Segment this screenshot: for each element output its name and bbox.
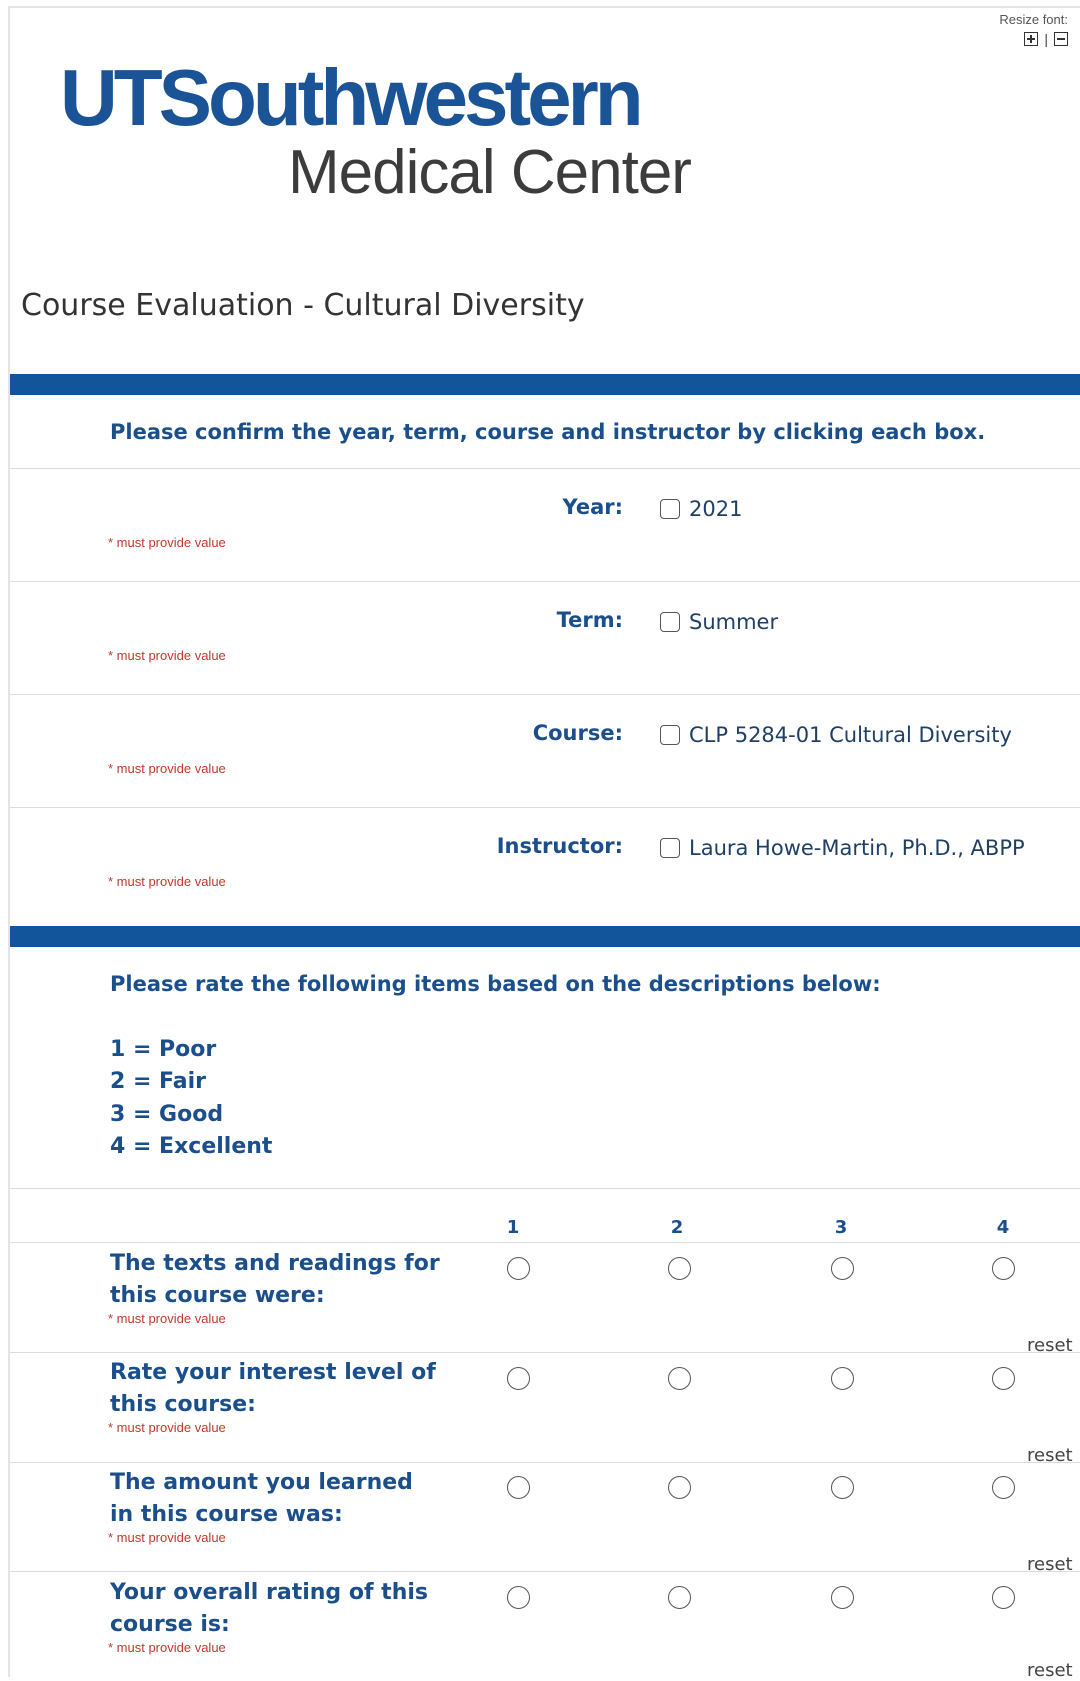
q4-radio-2[interactable] <box>668 1586 691 1609</box>
year-label: Year: <box>562 495 623 519</box>
row-divider <box>10 807 1080 808</box>
row-divider <box>10 581 1080 582</box>
instructor-checkbox[interactable] <box>660 838 680 858</box>
course-option[interactable]: CLP 5284-01 Cultural Diversity <box>660 723 1012 747</box>
q1-radio-1[interactable] <box>507 1257 530 1280</box>
column-header-1: 1 <box>506 1217 520 1238</box>
row-divider <box>10 1571 1080 1572</box>
logo-line2: Medical Center <box>288 138 692 207</box>
year-option-label[interactable]: 2021 <box>689 497 742 521</box>
section-divider-bar <box>10 374 1080 395</box>
term-checkbox[interactable] <box>660 612 680 632</box>
column-header-2: 2 <box>670 1217 684 1238</box>
row-divider <box>10 468 1080 469</box>
question-overall-rating: Your overall rating of this course is: <box>110 1580 428 1637</box>
rating-section-heading: Please rate the following items based on… <box>110 972 881 996</box>
row-divider <box>10 1352 1080 1353</box>
term-option[interactable]: Summer <box>660 610 778 634</box>
term-required-note: * must provide value <box>108 648 226 663</box>
term-option-label[interactable]: Summer <box>689 610 778 634</box>
scale-item: 2 = Fair <box>110 1069 207 1094</box>
course-required-note: * must provide value <box>108 761 226 776</box>
scale-item: 3 = Good <box>110 1102 224 1127</box>
question-interest-level: Rate your interest level of this course: <box>110 1360 436 1417</box>
column-header-3: 3 <box>834 1217 848 1238</box>
row-divider <box>10 1188 1080 1189</box>
year-option[interactable]: 2021 <box>660 497 742 521</box>
page-title: Course Evaluation - Cultural Diversity <box>21 288 585 323</box>
instructor-label: Instructor: <box>496 834 623 858</box>
utsw-logo: UTSouthwestern Medical Center <box>60 58 780 208</box>
year-required-note: * must provide value <box>108 535 226 550</box>
q1-radio-2[interactable] <box>668 1257 691 1280</box>
scale-item: 1 = Poor <box>110 1037 217 1062</box>
section-divider-bar <box>10 926 1080 947</box>
q4-radio-1[interactable] <box>507 1586 530 1609</box>
logo-line1: UTSouthwestern <box>60 53 644 142</box>
resize-font-control: Resize font: | <box>999 12 1068 47</box>
resize-font-label: Resize font: <box>999 12 1068 27</box>
q1-radio-4[interactable] <box>992 1257 1015 1280</box>
course-checkbox[interactable] <box>660 725 680 745</box>
q2-radio-2[interactable] <box>668 1367 691 1390</box>
resize-separator: | <box>1044 31 1048 47</box>
q2-radio-1[interactable] <box>507 1367 530 1390</box>
increase-font-icon[interactable] <box>1024 32 1039 46</box>
instructor-option[interactable]: Laura Howe-Martin, Ph.D., ABPP <box>660 836 1025 860</box>
q3-radio-4[interactable] <box>992 1476 1015 1499</box>
scale-item: 4 = Excellent <box>110 1134 273 1159</box>
term-label: Term: <box>556 608 623 632</box>
question-texts-readings: The texts and readings for this course w… <box>110 1251 440 1308</box>
column-header-4: 4 <box>996 1217 1010 1238</box>
q4-radio-4[interactable] <box>992 1586 1015 1609</box>
row-divider <box>10 1242 1080 1243</box>
q3-radio-1[interactable] <box>507 1476 530 1499</box>
row-divider <box>10 1462 1080 1463</box>
year-checkbox[interactable] <box>660 499 680 519</box>
question-required-note: * must provide value <box>108 1420 226 1435</box>
q2-radio-3[interactable] <box>831 1367 854 1390</box>
q3-radio-2[interactable] <box>668 1476 691 1499</box>
course-label: Course: <box>532 721 623 745</box>
question-amount-learned: The amount you learned in this course wa… <box>110 1470 413 1527</box>
question-required-note: * must provide value <box>108 1640 226 1655</box>
q4-radio-3[interactable] <box>831 1586 854 1609</box>
row-divider <box>10 694 1080 695</box>
instructor-required-note: * must provide value <box>108 874 226 889</box>
course-option-label[interactable]: CLP 5284-01 Cultural Diversity <box>689 723 1012 747</box>
question-required-note: * must provide value <box>108 1530 226 1545</box>
q2-radio-4[interactable] <box>992 1367 1015 1390</box>
q1-radio-3[interactable] <box>831 1257 854 1280</box>
decrease-font-icon[interactable] <box>1054 32 1068 46</box>
q3-radio-3[interactable] <box>831 1476 854 1499</box>
confirm-section-heading: Please confirm the year, term, course an… <box>110 420 986 444</box>
q4-reset-link[interactable]: reset <box>1027 1660 1073 1681</box>
question-required-note: * must provide value <box>108 1311 226 1326</box>
instructor-option-label[interactable]: Laura Howe-Martin, Ph.D., ABPP <box>689 836 1025 860</box>
